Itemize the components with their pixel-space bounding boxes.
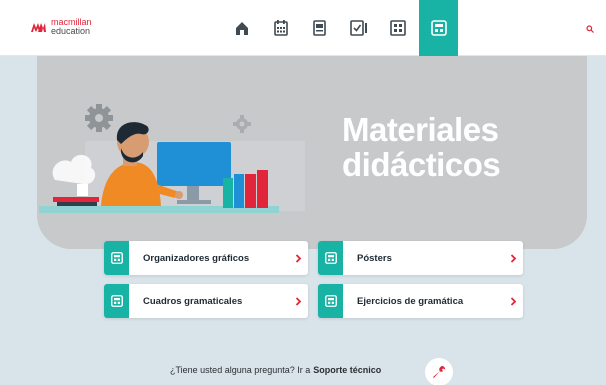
support-question: ¿Tiene usted alguna pregunta? Ir a bbox=[170, 365, 311, 375]
card-cuadros-gramaticales[interactable]: Cuadros gramaticales bbox=[104, 284, 308, 318]
chevron-right-icon bbox=[288, 253, 308, 263]
checklist-icon bbox=[349, 20, 367, 36]
macmillan-logo-icon bbox=[31, 23, 46, 32]
brand-line2: education bbox=[51, 26, 91, 36]
gear-icon bbox=[85, 104, 113, 132]
nav-document[interactable] bbox=[300, 14, 339, 42]
main-nav bbox=[222, 0, 458, 56]
support-button[interactable] bbox=[425, 358, 453, 385]
wrench-icon bbox=[433, 365, 446, 378]
card-icon-box bbox=[104, 284, 129, 318]
nav-home[interactable] bbox=[222, 14, 261, 42]
card-icon-box bbox=[104, 241, 129, 275]
card-organizadores-graficos[interactable]: Organizadores gráficos bbox=[104, 241, 308, 275]
card-icon-box bbox=[318, 284, 343, 318]
support-link[interactable]: Soporte técnico bbox=[313, 365, 381, 375]
nav-calendar[interactable] bbox=[261, 14, 300, 42]
chevron-right-icon bbox=[503, 296, 523, 306]
top-bar: macmillan education bbox=[0, 0, 606, 56]
card-label: Organizadores gráficos bbox=[143, 252, 250, 264]
hero-title: Materiales didácticos bbox=[342, 111, 501, 183]
nav-materials[interactable] bbox=[419, 0, 458, 56]
card-label: Pósters bbox=[357, 252, 392, 264]
macmillan-logo[interactable]: macmillan education bbox=[30, 18, 92, 36]
search-icon[interactable] bbox=[586, 25, 594, 33]
materials-icon bbox=[110, 295, 123, 307]
card-label: Cuadros gramaticales bbox=[143, 295, 243, 307]
document-icon bbox=[313, 20, 326, 36]
hero-title-line2: didácticos bbox=[342, 146, 501, 183]
materials-icon bbox=[430, 20, 447, 36]
card-posters[interactable]: Pósters bbox=[318, 241, 523, 275]
card-label: Ejercicios de gramática bbox=[357, 295, 464, 307]
support-prompt: ¿Tiene usted alguna pregunta? Ir a Sopor… bbox=[170, 365, 381, 375]
materials-icon bbox=[324, 252, 337, 264]
materials-icon bbox=[324, 295, 337, 307]
chevron-right-icon bbox=[288, 296, 308, 306]
chevron-right-icon bbox=[503, 253, 523, 263]
calendar-icon bbox=[273, 20, 288, 36]
hero-illustration bbox=[39, 104, 305, 213]
grid-icon bbox=[389, 20, 406, 36]
card-icon-box bbox=[318, 241, 343, 275]
home-icon bbox=[235, 22, 248, 35]
nav-checklist[interactable] bbox=[339, 14, 378, 42]
hero-title-line1: Materiales bbox=[342, 111, 499, 148]
materials-icon bbox=[110, 252, 123, 264]
nav-grid[interactable] bbox=[378, 14, 417, 42]
card-ejercicios-de-gramatica[interactable]: Ejercicios de gramática bbox=[318, 284, 523, 318]
hero-banner: Materiales didácticos bbox=[37, 56, 587, 249]
